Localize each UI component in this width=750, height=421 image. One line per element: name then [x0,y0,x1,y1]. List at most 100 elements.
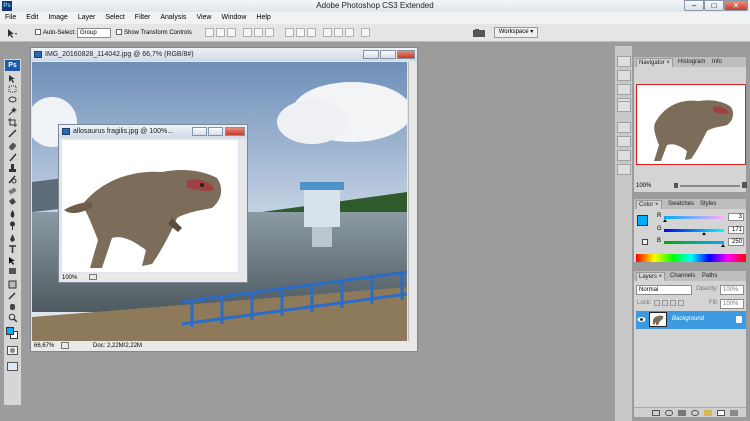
move-tool-icon[interactable] [6,73,19,83]
distribute-vcenter-icon[interactable] [296,28,305,37]
status-info-icon[interactable] [61,342,69,349]
delete-layer-icon[interactable] [730,410,738,416]
dock-clone-source-icon[interactable] [617,122,631,133]
doc-minimize-button[interactable] [363,50,379,59]
dino-canvas[interactable] [62,140,238,272]
dock-character-icon[interactable] [617,136,631,147]
red-channel-slider[interactable] [664,216,724,219]
link-layers-icon[interactable] [652,410,660,416]
tab-paths[interactable]: Paths [700,272,719,281]
auto-align-icon[interactable] [361,28,370,37]
tab-channels[interactable]: Channels [668,272,697,281]
tab-navigator[interactable]: Navigator × [636,58,673,67]
blue-channel-slider[interactable] [664,241,724,244]
shape-tool-icon[interactable] [6,266,19,276]
dock-history-icon[interactable] [617,56,631,67]
hand-tool-icon[interactable] [6,301,19,311]
document-title-bar[interactable]: IMG_20160828_114042.jpg @ 66,7% (RGB/8#) [31,48,417,61]
tab-info[interactable]: Info [710,58,724,67]
tab-styles[interactable]: Styles [698,200,718,209]
notes-tool-icon[interactable] [6,279,19,289]
distribute-left-icon[interactable] [323,28,332,37]
menu-image[interactable]: Image [43,12,72,24]
doc-maximize-button[interactable] [380,50,396,59]
layer-visibility-eye-icon[interactable] [637,315,646,324]
new-layer-icon[interactable] [717,410,725,416]
menu-analysis[interactable]: Analysis [155,12,191,24]
adjustment-layer-icon[interactable] [691,410,699,416]
new-group-icon[interactable] [704,410,712,416]
navigator-preview[interactable] [636,84,746,165]
align-bottom-icon[interactable] [227,28,236,37]
layer-name[interactable]: Background [672,316,704,322]
out-of-gamut-icon[interactable] [642,239,648,245]
transform-controls-toggle[interactable]: Show Transform Controls [116,29,192,37]
dino-minimize-button[interactable] [192,127,207,136]
color-swatches[interactable] [6,327,19,340]
tab-color[interactable]: Color × [636,200,662,209]
pen-tool-icon[interactable] [6,233,19,243]
fill-field[interactable]: 100% [720,299,744,309]
blue-value-field[interactable]: 250 [728,238,744,246]
navigator-zoom-slider[interactable] [680,185,740,187]
blue-slider-thumb[interactable] [720,244,725,247]
zoom-out-icon[interactable] [674,183,678,188]
screen-mode-icon[interactable] [7,362,18,371]
green-slider-thumb[interactable] [702,232,707,235]
auto-select-toggle[interactable]: Auto-Select: [35,29,76,37]
dino-close-button[interactable] [225,127,245,136]
slice-tool-icon[interactable] [6,128,19,138]
marquee-tool-icon[interactable] [6,84,19,94]
history-brush-tool-icon[interactable] [6,174,19,184]
menu-view[interactable]: View [191,12,216,24]
dock-measurement-icon[interactable] [617,164,631,175]
dock-brushes-icon[interactable] [617,101,631,112]
vertical-scrollbar[interactable] [408,62,417,342]
distribute-bottom-icon[interactable] [307,28,316,37]
tab-swatches[interactable]: Swatches [666,200,696,209]
lock-position-icon[interactable] [670,300,676,306]
zoom-level[interactable]: 66,67% [34,341,54,351]
maximize-button[interactable]: □ [704,0,724,11]
auto-select-dropdown[interactable]: Group [77,28,111,38]
minimize-button[interactable]: – [684,0,704,11]
navigator-zoom[interactable]: 100% [636,183,651,189]
eraser-tool-icon[interactable] [6,185,19,195]
menu-edit[interactable]: Edit [21,12,43,24]
menu-help[interactable]: Help [251,12,275,24]
color-panel-foreground-swatch[interactable] [637,215,648,226]
tab-layers[interactable]: Layers × [636,272,666,281]
dino-vertical-scrollbar[interactable] [239,140,246,272]
menu-file[interactable]: File [0,12,21,24]
menu-select[interactable]: Select [100,12,129,24]
green-value-field[interactable]: 171 [728,226,744,234]
dino-status-info-icon[interactable] [89,274,97,280]
distribute-top-icon[interactable] [285,28,294,37]
tab-histogram[interactable]: Histogram [676,58,707,67]
magic-wand-tool-icon[interactable] [6,106,19,116]
layer-style-icon[interactable] [665,410,673,416]
align-hcenter-icon[interactable] [254,28,263,37]
lock-transparency-icon[interactable] [654,300,660,306]
align-left-icon[interactable] [243,28,252,37]
quick-mask-icon[interactable] [7,346,18,355]
workspace-button[interactable]: Workspace ▾ [494,27,538,38]
type-tool-icon[interactable] [6,244,19,254]
crop-tool-icon[interactable] [6,117,19,127]
document-window-dino[interactable]: allosaurus fragilis.jpg @ 100%... 100% [58,124,248,283]
move-tool-preset-icon[interactable] [6,28,18,38]
menu-window[interactable]: Window [216,12,251,24]
dino-maximize-button[interactable] [208,127,223,136]
healing-brush-tool-icon[interactable] [6,141,19,151]
opacity-field[interactable]: 100% [720,285,744,295]
dock-actions-icon[interactable] [617,70,631,81]
red-value-field[interactable]: 3 [728,213,744,221]
align-vcenter-icon[interactable] [216,28,225,37]
dino-zoom-level[interactable]: 100% [62,273,77,283]
green-channel-slider[interactable] [664,229,724,232]
layer-row-background[interactable]: Background [636,311,746,329]
distribute-hcenter-icon[interactable] [334,28,343,37]
menu-filter[interactable]: Filter [130,12,156,24]
lock-pixels-icon[interactable] [662,300,668,306]
menu-layer[interactable]: Layer [73,12,101,24]
